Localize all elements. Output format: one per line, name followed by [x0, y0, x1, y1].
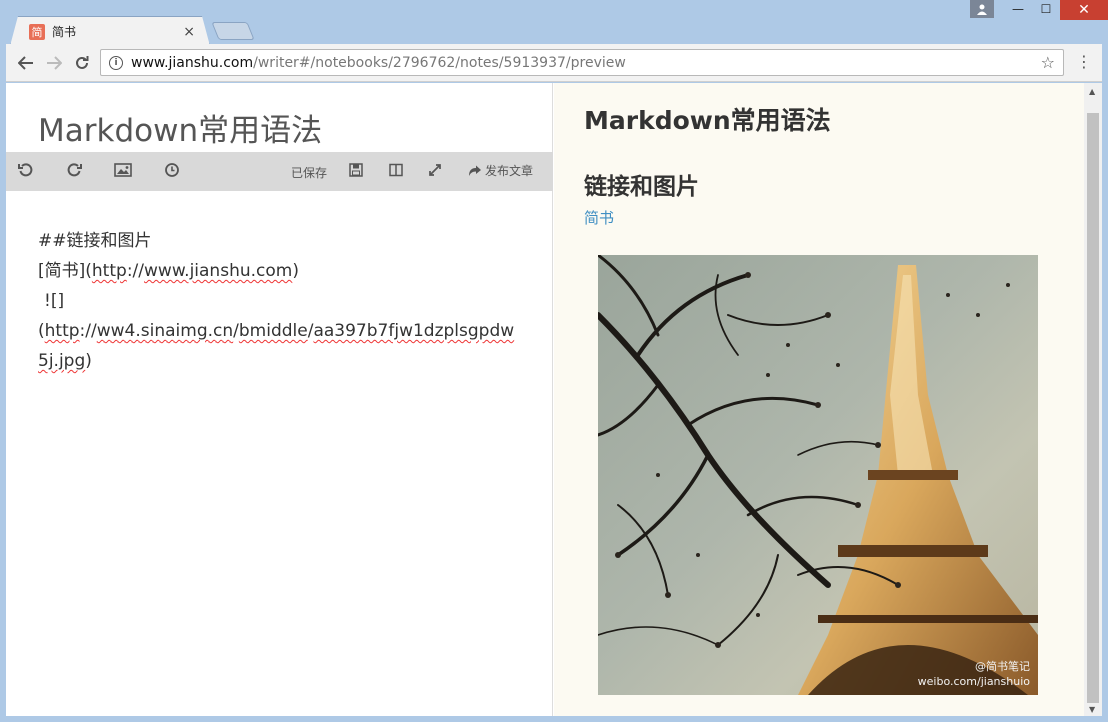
url-path: /writer#/notebooks/2796762/notes/5913937… [253, 54, 626, 71]
insert-image-icon[interactable] [114, 162, 132, 181]
editor-line: ![] [44, 291, 65, 311]
editor-line: (http://ww4.sinaimg.cn/bmiddle/aa397b7fj… [38, 321, 515, 371]
browser-menu-icon[interactable]: ⋮ [1076, 52, 1092, 71]
back-arrow-icon[interactable] [12, 49, 40, 77]
preview-heading: 链接和图片 [584, 174, 699, 200]
weibo-watermark: @简书笔记 weibo.com/jianshuio [917, 660, 1030, 688]
eiffel-tower-image: @简书笔记 weibo.com/jianshuio [598, 255, 1038, 695]
history-clock-icon[interactable] [164, 162, 180, 182]
jianshu-favicon-icon: 简 [29, 23, 45, 40]
publish-label: 发布文章 [485, 164, 534, 178]
forward-arrow-icon[interactable] [40, 49, 68, 77]
undo-icon[interactable] [18, 162, 34, 182]
new-tab-button[interactable] [211, 22, 255, 40]
share-arrow-icon [469, 165, 481, 176]
fullscreen-expand-icon[interactable] [428, 162, 442, 181]
preview-title: Markdown常用语法 [584, 106, 831, 135]
user-profile-icon[interactable] [970, 0, 994, 18]
preview-link-jianshu[interactable]: 简书 [584, 207, 614, 228]
preview-pane: Markdown常用语法 链接和图片 简书 @简书笔记 weibo.com/ji… [554, 83, 1084, 716]
scroll-up-arrow-icon[interactable]: ▲ [1089, 87, 1095, 96]
bookmark-star-icon[interactable]: ☆ [1041, 53, 1055, 72]
minimize-button[interactable]: — [1004, 0, 1032, 18]
scrollbar[interactable]: ▲ ▼ [1084, 83, 1102, 716]
note-title[interactable]: Markdown常用语法 [38, 105, 322, 150]
browser-toolbar: i www.jianshu.com/writer#/notebooks/2796… [6, 44, 1102, 82]
page-content: Markdown常用语法 已保存 发布文章 ##链接和图片 [简书](http:… [6, 83, 1102, 716]
title-bar: 简 简书 × — ☐ ✕ [0, 0, 1108, 46]
window-controls: — ☐ ✕ [970, 0, 1108, 20]
window-close-button[interactable]: ✕ [1060, 0, 1108, 20]
editor-pane: Markdown常用语法 已保存 发布文章 ##链接和图片 [简书](http:… [6, 83, 553, 716]
eiffel-tower-photo-icon [598, 255, 1038, 695]
site-info-icon[interactable]: i [109, 55, 123, 70]
reload-icon[interactable] [68, 49, 96, 77]
tab-title: 简书 [52, 25, 77, 39]
address-bar[interactable]: i www.jianshu.com/writer#/notebooks/2796… [100, 49, 1064, 76]
scroll-thumb[interactable] [1087, 113, 1099, 703]
save-disk-icon[interactable] [349, 162, 363, 181]
scroll-down-arrow-icon[interactable]: ▼ [1089, 705, 1095, 714]
split-view-icon[interactable] [389, 162, 403, 181]
editor-toolbar: 已保存 发布文章 [6, 152, 553, 191]
markdown-editor[interactable]: ##链接和图片 [简书](http://www.jianshu.com) ![]… [38, 226, 523, 376]
redo-icon[interactable] [66, 162, 82, 182]
editor-line: [简书](http://www.jianshu.com) [38, 261, 299, 281]
maximize-button[interactable]: ☐ [1032, 0, 1060, 18]
saved-status: 已保存 [291, 166, 328, 180]
tab-close-icon[interactable]: × [183, 24, 195, 40]
publish-article-button[interactable]: 发布文章 [468, 162, 533, 179]
url-host: www.jianshu.com [131, 54, 254, 71]
tab-jianshu[interactable]: 简 简书 × [10, 16, 210, 46]
editor-line: ##链接和图片 [38, 231, 152, 251]
